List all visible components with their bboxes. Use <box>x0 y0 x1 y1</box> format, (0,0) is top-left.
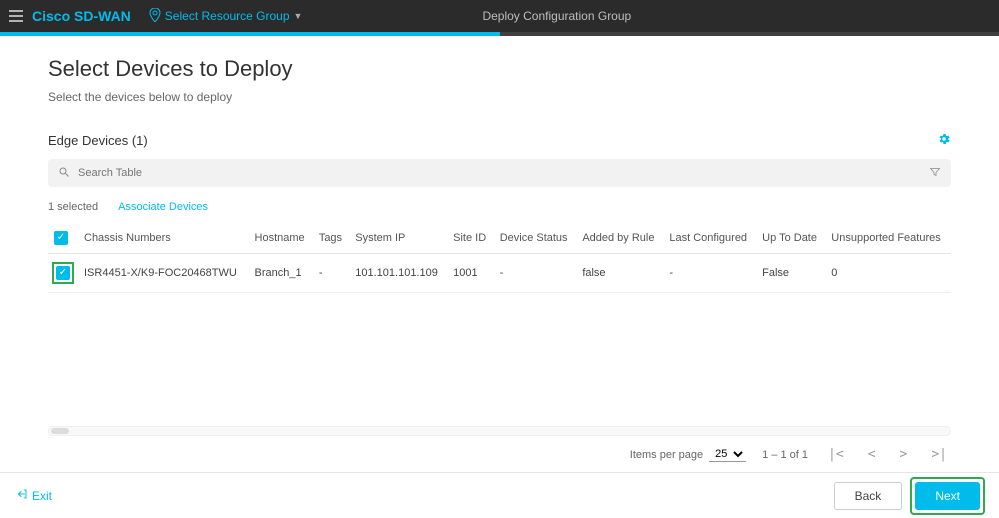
page-title: Select Devices to Deploy <box>48 56 951 82</box>
exit-link[interactable]: Exit <box>16 488 52 503</box>
topbar: Cisco SD-WAN Select Resource Group ▼ Dep… <box>0 0 999 32</box>
items-per-page-label: Items per page <box>630 449 703 461</box>
col-site-id[interactable]: Site ID <box>447 223 494 254</box>
associate-devices-link[interactable]: Associate Devices <box>118 201 208 213</box>
chevron-down-icon: ▼ <box>294 11 303 21</box>
footer-bar: Exit Back Next <box>0 472 999 518</box>
deploy-config-title: Deploy Configuration Group <box>482 9 631 23</box>
devices-table: ✓ Chassis Numbers Hostname Tags System I… <box>48 223 951 293</box>
first-page-icon[interactable]: |< <box>824 447 848 462</box>
col-unsupported[interactable]: Unsupported Features <box>825 223 951 254</box>
row-checkbox[interactable]: ✓ <box>56 266 70 280</box>
search-table-field[interactable] <box>48 159 951 187</box>
progress-fill <box>0 32 500 36</box>
pagination: Items per page 25 1 – 1 of 1 |< < > >| <box>630 447 951 462</box>
col-chassis[interactable]: Chassis Numbers <box>78 223 249 254</box>
location-pin-icon <box>149 8 161 25</box>
select-all-checkbox[interactable]: ✓ <box>54 231 68 245</box>
page-subtitle: Select the devices below to deploy <box>48 90 951 104</box>
cell-device-status: - <box>494 254 577 293</box>
filter-icon[interactable] <box>929 166 941 181</box>
table-header-row: ✓ Chassis Numbers Hostname Tags System I… <box>48 223 951 254</box>
exit-icon <box>16 488 28 503</box>
edge-devices-title: Edge Devices (1) <box>48 133 148 148</box>
col-added-by-rule[interactable]: Added by Rule <box>576 223 663 254</box>
col-tags[interactable]: Tags <box>313 223 349 254</box>
cell-tags: - <box>313 254 349 293</box>
section-header-row: Edge Devices (1) <box>48 132 951 149</box>
page-body: Select Devices to Deploy Select the devi… <box>0 36 999 293</box>
search-input[interactable] <box>78 167 929 179</box>
cell-hostname: Branch_1 <box>249 254 313 293</box>
header-checkbox-cell: ✓ <box>48 223 78 254</box>
resource-group-selector[interactable]: Select Resource Group ▼ <box>149 8 303 25</box>
hamburger-menu-icon[interactable] <box>0 10 32 22</box>
horizontal-scrollbar[interactable] <box>48 426 951 436</box>
page-range-text: 1 – 1 of 1 <box>762 449 808 461</box>
cell-added-by-rule: false <box>576 254 663 293</box>
exit-label: Exit <box>32 489 52 503</box>
row-checkbox-highlight: ✓ <box>54 264 72 282</box>
col-device-status[interactable]: Device Status <box>494 223 577 254</box>
cell-up-to-date: False <box>756 254 825 293</box>
row-checkbox-cell: ✓ <box>48 254 78 293</box>
next-button-highlight: Next <box>912 479 983 513</box>
col-up-to-date[interactable]: Up To Date <box>756 223 825 254</box>
cell-site-id: 1001 <box>447 254 494 293</box>
table-row[interactable]: ✓ ISR4451-X/K9-FOC20468TWU Branch_1 - 10… <box>48 254 951 293</box>
col-last-configured[interactable]: Last Configured <box>663 223 756 254</box>
cell-chassis: ISR4451-X/K9-FOC20468TWU <box>78 254 249 293</box>
next-page-icon[interactable]: > <box>896 447 912 462</box>
list-meta-row: 1 selected Associate Devices <box>48 201 951 213</box>
col-system-ip[interactable]: System IP <box>349 223 447 254</box>
search-icon <box>58 166 70 181</box>
brand-label: Cisco SD-WAN <box>32 8 149 24</box>
col-hostname[interactable]: Hostname <box>249 223 313 254</box>
cell-last-configured: - <box>663 254 756 293</box>
resource-group-label: Select Resource Group <box>165 9 290 23</box>
settings-gear-icon[interactable] <box>937 132 951 149</box>
back-button[interactable]: Back <box>834 482 903 510</box>
next-button[interactable]: Next <box>915 482 980 510</box>
cell-unsupported: 0 <box>825 254 951 293</box>
last-page-icon[interactable]: >| <box>927 447 951 462</box>
items-per-page: Items per page 25 <box>630 447 746 462</box>
prev-page-icon[interactable]: < <box>864 447 880 462</box>
selected-count: 1 selected <box>48 201 98 213</box>
items-per-page-select[interactable]: 25 <box>709 447 746 462</box>
cell-system-ip: 101.101.101.109 <box>349 254 447 293</box>
